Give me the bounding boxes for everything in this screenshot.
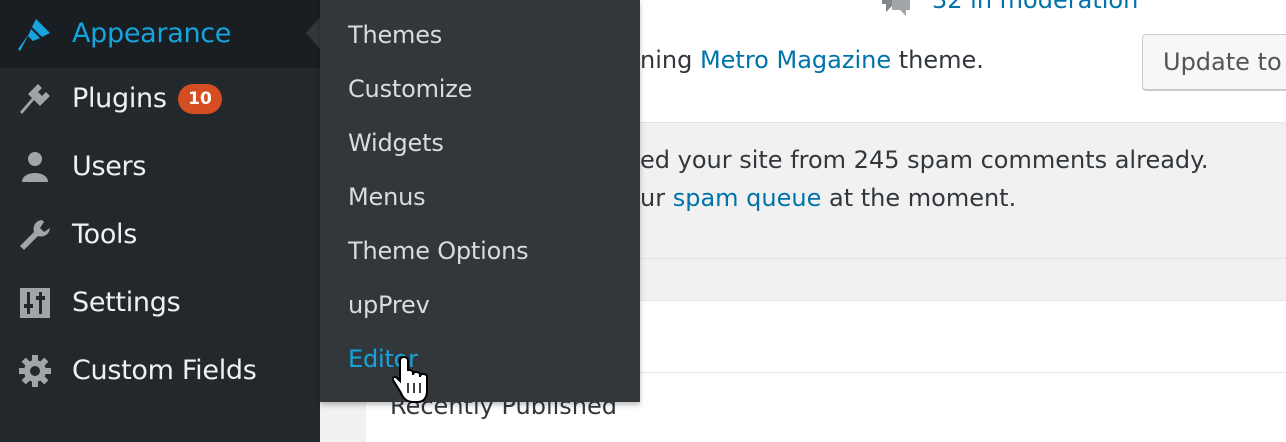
admin-sidebar: Appearance Plugins 10 Users Tools Settin… [0, 0, 320, 442]
gear-icon [16, 352, 54, 390]
submenu-item-menus[interactable]: Menus [348, 183, 426, 211]
theme-info-text: ning Metro Magazine theme. [640, 46, 984, 74]
sidebar-item-plugins[interactable]: Plugins 10 [0, 65, 320, 133]
sidebar-item-label: Users [72, 150, 147, 182]
hand-pointer-icon [391, 355, 430, 405]
sidebar-item-label: Settings [72, 286, 181, 318]
submenu-item-theme-options[interactable]: Theme Options [348, 237, 529, 265]
appearance-submenu: Themes Customize Widgets Menus Theme Opt… [320, 0, 640, 402]
plugin-icon [16, 80, 54, 118]
sidebar-item-settings[interactable]: Settings [0, 269, 320, 337]
sidebar-item-custom-fields[interactable]: Custom Fields [0, 337, 320, 405]
sidebar-item-label: Custom Fields [72, 354, 257, 386]
user-icon [16, 148, 54, 186]
activity-panel [640, 300, 1286, 442]
update-theme-button[interactable]: Update to [1142, 34, 1286, 90]
submenu-item-upprev[interactable]: upPrev [348, 291, 430, 319]
sidebar-item-tools[interactable]: Tools [0, 201, 320, 269]
akismet-line-2: ur spam queue at the moment. [640, 184, 1017, 212]
dashboard-content: 32 in moderation ning Metro Magazine the… [390, 0, 1286, 442]
plugin-update-count-badge: 10 [178, 84, 222, 114]
sidebar-item-users[interactable]: Users [0, 133, 320, 201]
submenu-pointer [306, 17, 320, 49]
submenu-item-widgets[interactable]: Widgets [348, 129, 444, 157]
wp-admin-screen: 32 in moderation ning Metro Magazine the… [0, 0, 1286, 442]
sidebar-item-label: Tools [72, 218, 138, 250]
paintbrush-icon [16, 15, 54, 53]
theme-link[interactable]: Metro Magazine [700, 46, 891, 74]
submenu-item-themes[interactable]: Themes [348, 21, 442, 49]
sidebar-item-label: Plugins [72, 82, 167, 114]
sliders-icon [16, 284, 54, 322]
spam-queue-link[interactable]: spam queue [673, 184, 822, 212]
sidebar-item-label: Appearance [72, 17, 232, 49]
comments-icon [878, 0, 914, 18]
akismet-line-1: ed your site from 245 spam comments alre… [640, 146, 1209, 174]
submenu-item-customize[interactable]: Customize [348, 75, 472, 103]
sidebar-item-appearance[interactable]: Appearance [0, 0, 320, 68]
wrench-icon [16, 216, 54, 254]
moderation-link[interactable]: 32 in moderation [932, 0, 1138, 14]
